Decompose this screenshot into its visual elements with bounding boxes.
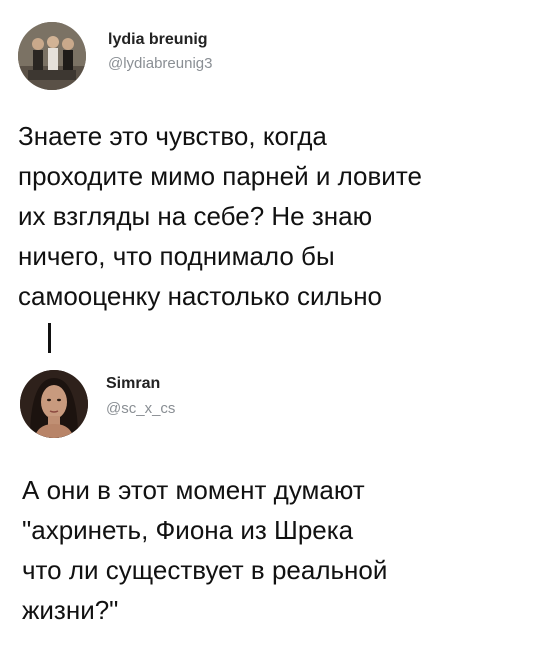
avatar[interactable] [20, 370, 88, 438]
avatar[interactable] [18, 22, 86, 90]
display-name[interactable]: Simran [106, 375, 160, 393]
thread-connector [48, 323, 51, 353]
tweet-simran: Simran @sc_x_cs А они в этот момент дума… [0, 355, 550, 657]
avatar-photo-icon [20, 370, 88, 438]
user-handle[interactable]: @lydiabreunig3 [108, 55, 212, 72]
avatar-photo-icon [18, 22, 86, 90]
tweet-text: Знаете это чувство, когда проходите мимо… [18, 121, 422, 311]
user-handle[interactable]: @sc_x_cs [106, 400, 175, 417]
tweet-lydia: lydia breunig @lydiabreunig3 Знаете это … [0, 0, 550, 350]
display-name[interactable]: lydia breunig [108, 31, 208, 49]
tweet-text: А они в этот момент думают "ахринеть, Фи… [22, 475, 388, 625]
